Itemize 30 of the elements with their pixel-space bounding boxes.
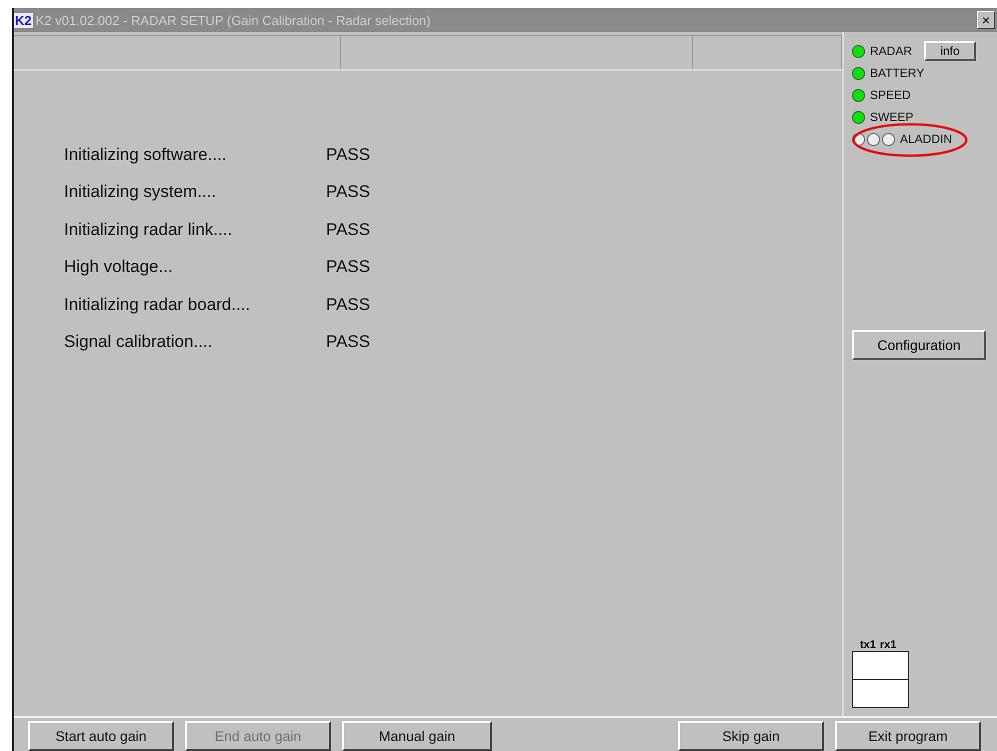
check-result: PASS — [326, 257, 370, 278]
indicator-label: RADAR — [870, 44, 912, 58]
close-button[interactable]: × — [977, 11, 995, 29]
check-label: High voltage... — [64, 257, 174, 278]
check-label: Initializing system.... — [64, 182, 218, 202]
indicator-label: ALADDIN — [900, 132, 952, 146]
check-label: Signal calibration.... — [64, 332, 214, 352]
indicator-label: SWEEP — [870, 110, 914, 124]
check-label: Initializing radar board.... — [64, 294, 252, 315]
check-label: Initializing radar link.... — [64, 220, 234, 240]
window-title: K2 v01.02.002 - RADAR SETUP (Gain Calibration - Radar selection) — [36, 12, 432, 28]
action-button[interactable]: Exit program — [835, 721, 981, 751]
check-result: PASS — [326, 332, 370, 352]
channel-label: tx1 — [860, 639, 876, 651]
info-button[interactable]: info — [924, 41, 976, 61]
action-button[interactable]: Skip gain — [678, 721, 824, 751]
check-result: PASS — [326, 294, 370, 315]
action-button[interactable]: Start auto gain — [28, 721, 174, 751]
indicator-label: BATTERY — [870, 66, 924, 80]
action-button[interactable]: Manual gain — [342, 721, 492, 751]
configuration-button[interactable]: Configuration — [852, 330, 986, 360]
channel-label: rx1 — [880, 639, 896, 651]
channel-box — [852, 651, 909, 680]
check-result: PASS — [326, 220, 370, 240]
check-result: PASS — [326, 144, 370, 165]
check-result: PASS — [326, 182, 370, 202]
channel-box — [852, 680, 909, 708]
app-logo: K2 — [14, 12, 33, 28]
check-label: Initializing software.... — [64, 144, 228, 165]
indicator-label: SPEED — [870, 88, 911, 102]
